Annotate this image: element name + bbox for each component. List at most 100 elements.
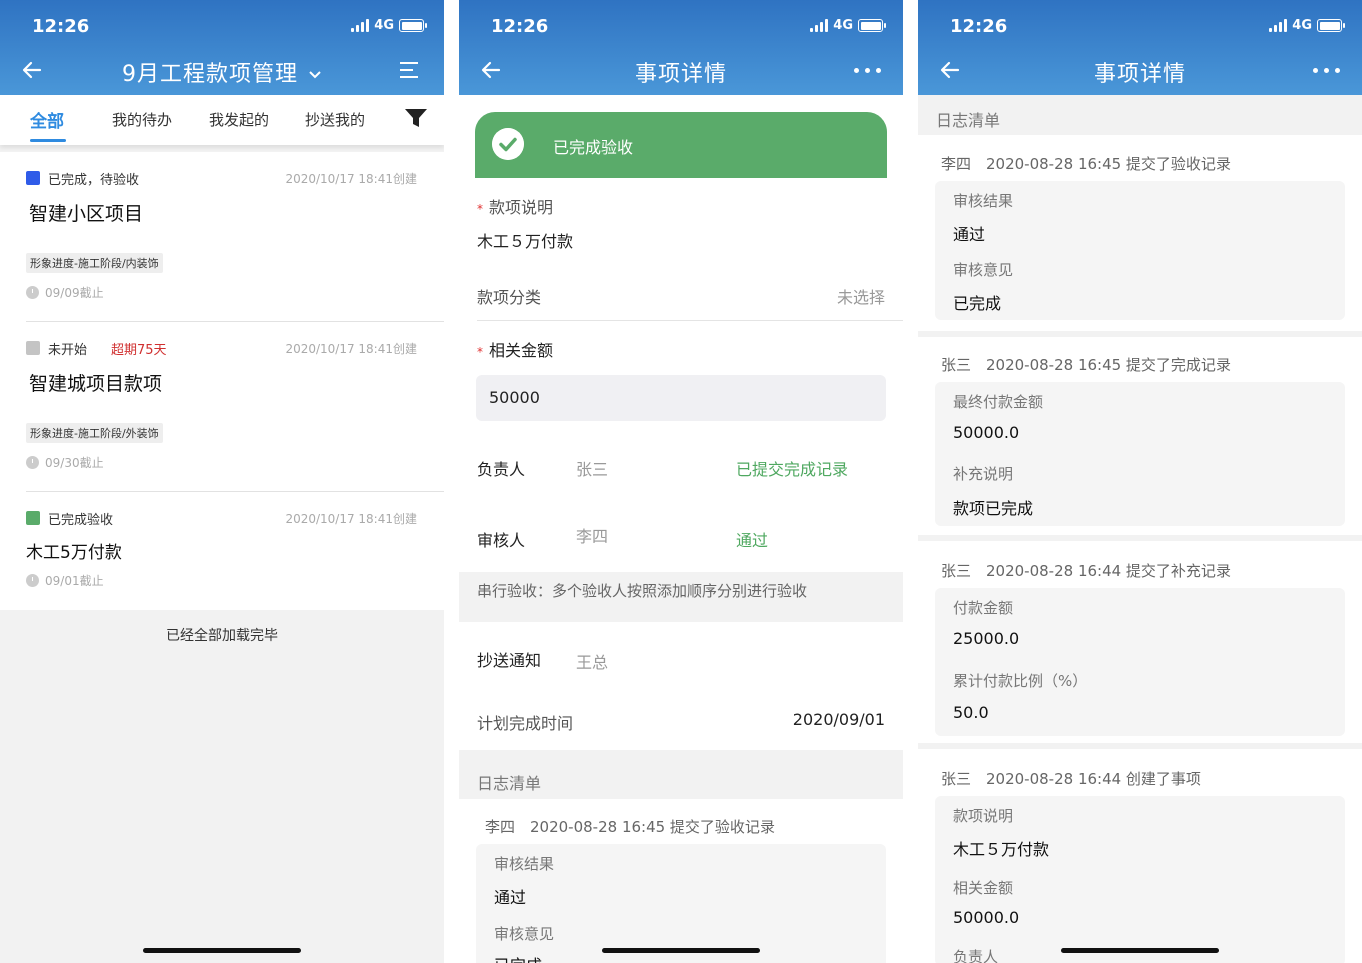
screen-project-list: 12:26 4G 9月工程款项管理 全部 我的待办 我发起的 抄送我的 已完成，… (0, 0, 444, 963)
reviewer-status: 通过 (736, 531, 769, 550)
field-value: 款项已完成 (953, 499, 1034, 518)
field-value: 通过 (953, 225, 986, 244)
log-entry-head: 李四 2020-08-28 16:45 提交了验收记录 (941, 155, 1231, 173)
status-square-icon (26, 511, 40, 525)
network-label: 4G (1292, 18, 1312, 33)
tab-cc-me[interactable]: 抄送我的 (305, 109, 365, 130)
page-title: 事项详情 (1093, 62, 1186, 87)
field-label: 负责人 (953, 948, 999, 963)
field-label: 款项说明 (953, 807, 1014, 825)
load-complete-text: 已经全部加载完毕 (166, 628, 278, 644)
item-name: 智建小区项目 (29, 203, 144, 225)
network-label: 4G (374, 18, 394, 33)
log-list: 李四 2020-08-28 16:45 提交了验收记录 审核结果 通过 审核意见… (459, 799, 903, 963)
log-entry-box: 最终付款金额 50000.0 补充说明 款项已完成 (935, 382, 1345, 526)
field-value: 50000.0 (953, 908, 1020, 927)
list-item[interactable]: 已完成，待验收 2020/10/17 18:41创建 智建小区项目 形象进度-施… (0, 152, 444, 322)
list-menu-icon[interactable] (398, 60, 420, 80)
desc-value: 木工５万付款 (477, 232, 574, 251)
field-label: 最终付款金额 (953, 393, 1044, 411)
log-entry-box: 审核结果 通过 审核意见 已完成 (476, 844, 886, 963)
field-label: 审核意见 (953, 261, 1014, 279)
log-entry-head: 张三 2020-08-28 16:45 提交了完成记录 (941, 356, 1231, 374)
battery-icon (858, 19, 886, 32)
page-title-dropdown[interactable]: 9月工程款项管理 (0, 56, 444, 88)
owner-status: 已提交完成记录 (736, 460, 849, 479)
cc-label: 抄送通知 (477, 651, 542, 670)
clock-icon (26, 286, 39, 299)
log-section-title: 日志清单 (459, 750, 903, 799)
list-item[interactable]: 未开始 超期75天 2020/10/17 18:41创建 智建城项目款项 形象进… (0, 322, 444, 492)
battery-icon (1317, 19, 1345, 32)
reviewer-label: 审核人 (477, 531, 526, 550)
item-tag: 形象进度-施工阶段/外装饰 (26, 423, 163, 443)
battery-icon (399, 19, 427, 32)
log-entry-box: 付款金额 25000.0 累计付款比例（%） 50.0 (935, 588, 1345, 736)
screen-item-detail: 12:26 4G 事项详情 已完成验收 * 款项说明 木工５万付款 款项分类 未选… (459, 0, 903, 963)
log-entry-box: 审核结果 通过 审核意见 已完成 (935, 181, 1345, 320)
desc-label: * 款项说明 (477, 194, 553, 218)
page-title: 事项详情 (634, 62, 727, 87)
tab-all[interactable]: 全部 (30, 107, 64, 132)
log-entry-box: 款项说明 木工５万付款 相关金额 50000.0 负责人 (935, 796, 1345, 963)
banner-text: 已完成验收 (553, 138, 634, 157)
tab-my-todo[interactable]: 我的待办 (112, 109, 172, 130)
home-indicator (1061, 948, 1219, 953)
item-created: 2020/10/17 18:41创建 (285, 512, 417, 526)
list-item[interactable]: 已完成验收 2020/10/17 18:41创建 木工5万付款 09/01截止 (0, 492, 444, 610)
required-mark: * (477, 345, 483, 359)
field-label: 付款金额 (953, 599, 1014, 617)
status-time: 12:26 (32, 16, 90, 37)
field-value: 通过 (494, 888, 527, 907)
item-status: 已完成，待验收 (48, 173, 140, 188)
signal-icon (351, 19, 370, 32)
field-label: 相关金额 (953, 879, 1014, 897)
due-text: 09/01截止 (45, 574, 104, 588)
active-tab-indicator (30, 139, 66, 142)
screen-log-list: 12:26 4G 事项详情 日志清单 李四 2020-08-28 16:45 提… (918, 0, 1362, 963)
status-time: 12:26 (491, 16, 549, 37)
field-value: 已完成 (953, 294, 1002, 313)
signal-icon (810, 19, 829, 32)
field-label: 累计付款比例（%） (953, 672, 1088, 690)
item-created: 2020/10/17 18:41创建 (285, 172, 417, 186)
status-indicators: 4G (351, 18, 427, 33)
required-mark: * (477, 202, 483, 216)
more-icon[interactable] (854, 68, 881, 73)
signal-icon (1269, 19, 1288, 32)
item-status: 已完成验收 (48, 513, 114, 528)
desc-label-text: 款项说明 (489, 198, 554, 217)
log-entry-head: 李四 2020-08-28 16:45 提交了验收记录 (485, 818, 775, 836)
field-value: 木工５万付款 (953, 840, 1050, 859)
filter-icon[interactable] (404, 107, 428, 129)
amount-label: * 相关金额 (477, 337, 553, 361)
log-section-title: 日志清单 (936, 111, 1001, 130)
clock-icon (26, 574, 39, 587)
tab-initiated[interactable]: 我发起的 (209, 109, 269, 130)
app-bar: 12:26 4G 事项详情 (459, 0, 903, 95)
log-entry-head: 张三 2020-08-28 16:44 创建了事项 (941, 770, 1201, 788)
field-value: 50000.0 (953, 423, 1020, 442)
filter-tabs: 全部 我的待办 我发起的 抄送我的 (0, 95, 444, 145)
amount-label-text: 相关金额 (489, 341, 554, 360)
item-due: 09/09截止 (26, 284, 104, 301)
network-label: 4G (833, 18, 853, 33)
category-label: 款项分类 (477, 288, 542, 307)
field-value: 25000.0 (953, 629, 1020, 648)
owner-label: 负责人 (477, 460, 526, 479)
category-select[interactable]: 未选择 (837, 284, 885, 308)
app-bar: 12:26 4G 9月工程款项管理 (0, 0, 444, 95)
due-text: 09/09截止 (45, 286, 104, 300)
check-circle-icon (492, 128, 524, 160)
status-indicators: 4G (1269, 18, 1345, 33)
amount-field[interactable]: 50000 (476, 375, 886, 421)
chevron-down-icon (309, 71, 321, 79)
log-entry: 张三 2020-08-28 16:44 提交了补充记录 付款金额 25000.0… (918, 541, 1362, 743)
field-label: 审核结果 (494, 855, 555, 873)
overdue-badge: 超期75天 (111, 343, 167, 358)
field-label: 审核意见 (494, 925, 555, 943)
more-icon[interactable] (1313, 68, 1340, 73)
home-indicator (143, 948, 301, 953)
field-value: 已完成 (494, 952, 542, 963)
log-entry-head: 张三 2020-08-28 16:44 提交了补充记录 (941, 562, 1231, 580)
